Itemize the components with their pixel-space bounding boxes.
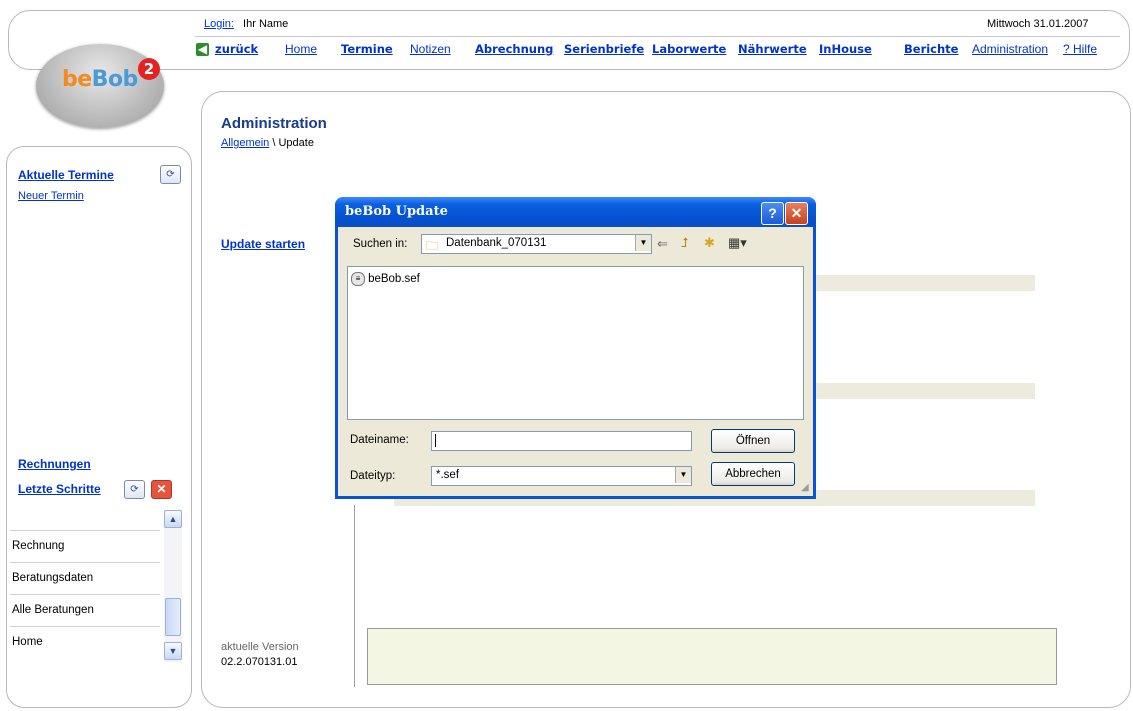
aktuelle-termine-link[interactable]: Aktuelle Termine (18, 168, 114, 182)
filetype-dropdown-icon[interactable]: ▼ (675, 467, 691, 483)
list-item[interactable]: Rechnung (10, 530, 160, 563)
breadcrumb: Allgemein \ Update (221, 137, 314, 149)
list-item-label: Home (12, 636, 43, 648)
list-item-label: Alle Beratungen (12, 604, 94, 616)
open-button[interactable]: Öffnen (711, 429, 795, 453)
scroll-thumb[interactable] (165, 598, 181, 636)
scroll-down-icon[interactable]: ▼ (164, 642, 182, 660)
steps-close-icon[interactable]: ✕ (151, 480, 172, 499)
resize-grip-icon[interactable]: ◢ (801, 482, 809, 493)
rechnungen-link[interactable]: Rechnungen (18, 457, 91, 471)
breadcrumb-allgemein[interactable]: Allgemein (221, 137, 269, 149)
logo-part-be: be (62, 67, 92, 92)
lookin-value: Datenbank_070131 (446, 237, 547, 249)
logo-text: beBob (62, 67, 138, 92)
sidebar-title-termine: Aktuelle Termine (18, 168, 114, 182)
header-frame (8, 10, 1130, 70)
cancel-button[interactable]: Abbrechen (711, 462, 795, 486)
nav-termine[interactable]: Termine (341, 42, 393, 56)
header-divider (195, 36, 1120, 37)
filename-input[interactable] (431, 431, 692, 451)
termine-refresh-icon[interactable]: ⟳ (160, 165, 181, 184)
nav-inhouse[interactable]: InHouse (819, 42, 872, 56)
breadcrumb-current: \ Update (269, 137, 314, 149)
close-button[interactable]: ✕ (785, 202, 808, 225)
rechnungen-heading: Rechnungen (18, 457, 91, 471)
login-link[interactable]: Login: (204, 18, 234, 30)
steps-refresh-icon[interactable]: ⟳ (124, 480, 145, 499)
page-title: Administration (221, 115, 327, 132)
list-item[interactable]: Beratungsdaten (10, 562, 160, 595)
view-menu-icon[interactable]: ▦▾ (728, 235, 747, 251)
nav-naehrwerte[interactable]: Nährwerte (738, 42, 807, 56)
list-item[interactable]: Alle Beratungen (10, 594, 160, 627)
nav-hilfe[interactable]: ? Hilfe (1063, 42, 1097, 56)
filename-label: Dateiname: (350, 434, 409, 446)
file-icon: ≡ (351, 272, 365, 286)
version-value: 02.2.070131.01 (221, 656, 298, 668)
update-start-container: Update starten (221, 237, 305, 251)
logo-version-badge: 2 (138, 58, 160, 80)
up-folder-icon[interactable]: ⮥ (681, 235, 689, 251)
nav-berichte[interactable]: Berichte (904, 42, 958, 56)
back-arrow-icon[interactable]: ◀ (196, 43, 209, 56)
version-label: aktuelle Version (221, 641, 299, 653)
nav-serienbriefe[interactable]: Serienbriefe (564, 42, 644, 56)
file-item[interactable]: ≡ beBob.sef (351, 272, 420, 286)
list-item-label: Rechnung (12, 540, 65, 552)
list-item-label: Beratungsdaten (12, 572, 94, 584)
current-date: Mittwoch 31.01.2007 (987, 18, 1089, 30)
steps-scrollbar[interactable]: ▲ ▼ (164, 510, 182, 662)
version-info-box (367, 628, 1057, 685)
nav-notizen[interactable]: Notizen (410, 42, 451, 56)
nav-abrechnung[interactable]: Abrechnung (475, 42, 553, 56)
main-navigation: ◀ zurück Home Termine Notizen Abrechnung… (196, 42, 1121, 60)
back-icon[interactable]: ⇐ (657, 236, 668, 252)
nav-administration[interactable]: Administration (972, 42, 1048, 56)
file-name: beBob.sef (368, 273, 420, 285)
neuer-termin-link[interactable]: Neuer Termin (18, 190, 84, 202)
nav-home[interactable]: Home (285, 42, 317, 56)
logo-part-bob: Bob (91, 67, 139, 92)
login-area: Login: Ihr Name (204, 18, 288, 30)
letzte-schritte-heading: Letzte Schritte (18, 482, 101, 496)
new-folder-icon[interactable]: ✱ (704, 235, 715, 251)
folder-icon: 🗀 (426, 239, 439, 253)
lookin-dropdown-icon[interactable]: ▼ (635, 235, 651, 251)
nav-laborwerte[interactable]: Laborwerte (652, 42, 726, 56)
neuer-termin-container: Neuer Termin (18, 190, 84, 202)
list-item[interactable]: Home (10, 626, 160, 658)
file-list[interactable]: ≡ beBob.sef (347, 266, 804, 420)
user-name: Ihr Name (243, 18, 289, 30)
list-item-partial (10, 498, 160, 531)
text-cursor (435, 434, 436, 447)
lookin-select[interactable]: 🗀 Datenbank_070131 ▼ (421, 234, 652, 254)
scroll-up-icon[interactable]: ▲ (164, 510, 182, 528)
letzte-schritte-link[interactable]: Letzte Schritte (18, 482, 101, 496)
content-divider (354, 505, 355, 687)
filetype-select[interactable]: *.sef ▼ (431, 466, 692, 486)
lookin-label: Suchen in: (353, 238, 408, 250)
nav-back[interactable]: zurück (215, 42, 258, 56)
help-button[interactable]: ? (761, 202, 784, 225)
filetype-value: *.sef (436, 469, 460, 481)
update-start-link[interactable]: Update starten (221, 237, 305, 251)
dialog-title: beBob Update (345, 204, 448, 219)
filetype-label: Dateityp: (350, 470, 396, 482)
